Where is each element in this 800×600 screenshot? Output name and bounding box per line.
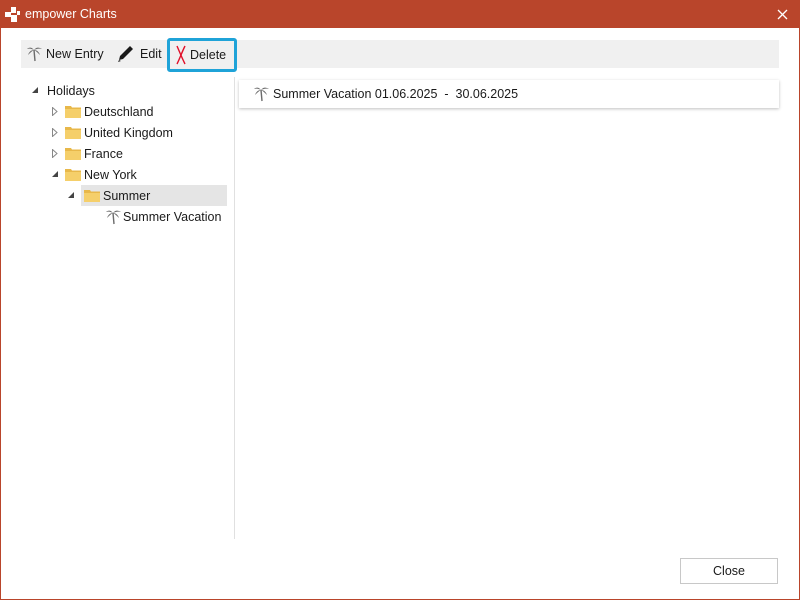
tree-item-label: United Kingdom — [84, 125, 173, 140]
edit-button[interactable]: Edit — [116, 40, 162, 68]
folder-icon — [65, 148, 81, 160]
folder-icon — [65, 127, 81, 139]
tree-item-label: Deutschland — [84, 104, 154, 119]
tree-item-label: Summer Vacation — [123, 209, 222, 224]
delete-button[interactable]: Delete — [167, 38, 238, 72]
tree-item-label: Summer — [103, 188, 151, 203]
close-icon — [777, 9, 787, 20]
tree-item-deutschland[interactable]: Deutschland — [49, 101, 154, 122]
expand-arrow-icon[interactable] — [49, 148, 61, 160]
tree-item-label: New York — [84, 167, 137, 182]
entry-list: Summer Vacation 01.06.2025 - 30.06.2025 — [239, 80, 779, 108]
app-logo-icon — [5, 7, 20, 22]
window-close-button[interactable] — [765, 1, 799, 28]
toolbar: New Entry Edit Delete — [21, 38, 779, 72]
palm-tree-icon — [27, 47, 42, 62]
tree-item-label: France — [84, 146, 123, 161]
collapse-arrow-icon[interactable] — [65, 190, 77, 202]
folder-icon — [65, 106, 81, 118]
collapse-arrow-icon[interactable] — [49, 169, 61, 181]
close-button[interactable]: Close — [680, 558, 778, 584]
window-title: empower Charts — [25, 7, 117, 21]
palm-tree-icon — [254, 87, 269, 102]
tree-view: Holidays Deutschland United Kingdom Fran… — [21, 77, 235, 539]
delete-x-icon — [176, 45, 186, 65]
entry-card[interactable]: Summer Vacation 01.06.2025 - 30.06.2025 — [239, 80, 779, 108]
app-window: empower Charts New Entry Edit Delete Hol… — [0, 0, 800, 600]
tree-item-summer[interactable]: Summer — [67, 185, 227, 206]
palm-tree-icon — [106, 210, 121, 224]
expand-arrow-icon[interactable] — [49, 127, 61, 139]
tree-item-new-york[interactable]: New York — [49, 164, 137, 185]
tree-item-france[interactable]: France — [49, 143, 123, 164]
pencil-icon — [118, 46, 133, 62]
tree-item-label: Holidays — [47, 83, 95, 98]
tree-item-summer-vacation[interactable]: Summer Vacation — [106, 206, 221, 227]
folder-icon — [84, 190, 100, 202]
folder-icon — [65, 169, 81, 181]
new-entry-label: New Entry — [46, 47, 104, 61]
entry-text: Summer Vacation 01.06.2025 - 30.06.2025 — [273, 87, 519, 101]
title-bar: empower Charts — [1, 1, 799, 28]
tree-item-holidays[interactable]: Holidays — [29, 80, 95, 101]
new-entry-button[interactable]: New Entry — [27, 40, 104, 68]
delete-label: Delete — [190, 48, 227, 62]
edit-label: Edit — [140, 47, 162, 61]
expand-arrow-icon[interactable] — [49, 106, 61, 118]
tree-item-united-kingdom[interactable]: United Kingdom — [49, 122, 173, 143]
collapse-arrow-icon[interactable] — [29, 85, 41, 97]
